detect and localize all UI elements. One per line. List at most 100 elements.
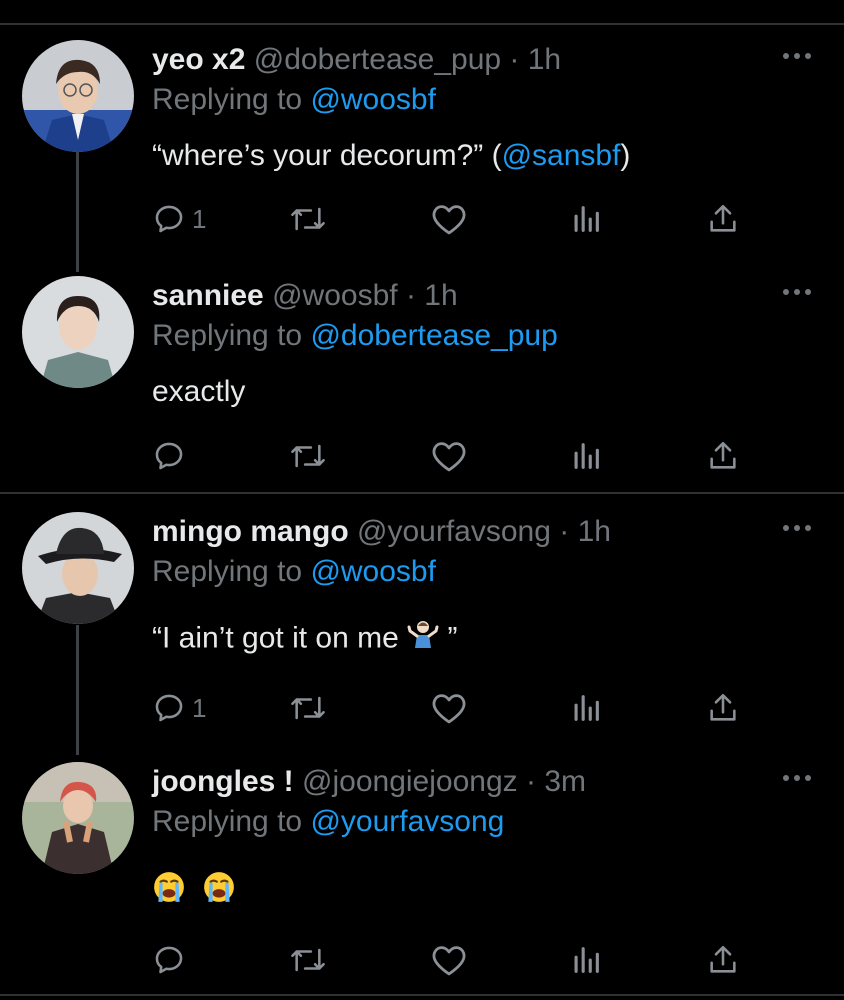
reply-button[interactable]: 1 [152, 686, 206, 730]
avatar[interactable] [22, 512, 134, 624]
analytics-button[interactable] [570, 197, 602, 241]
retweet-button[interactable] [288, 434, 328, 478]
username[interactable]: @dobertease_pup [254, 43, 501, 76]
reply-button[interactable] [152, 434, 192, 478]
share-icon [706, 439, 740, 473]
replying-to-mention[interactable]: @dobertease_pup [310, 319, 557, 352]
replying-to-label: Replying to [152, 83, 303, 116]
tweet-text-part: ) [620, 139, 631, 172]
reply-count: 1 [192, 692, 207, 723]
username[interactable]: @joongiejoongz [302, 765, 518, 798]
replying-to-label: Replying to [152, 555, 303, 588]
loudly-crying-face-emoji [152, 870, 186, 915]
like-icon [430, 202, 468, 236]
share-button[interactable] [706, 434, 740, 478]
avatar[interactable] [22, 40, 134, 152]
replying-to-mention[interactable]: @woosbf [310, 83, 436, 116]
replying-to-mention[interactable]: @woosbf [310, 555, 436, 588]
tweet[interactable]: joongles ! @joongiejoongz · 3m Replying … [0, 762, 844, 982]
tweet[interactable]: sanniee @woosbf · 1h Replying to @dobert… [0, 276, 844, 476]
share-icon [706, 202, 740, 236]
reply-icon [152, 691, 186, 725]
separator-dot: · [525, 765, 536, 798]
tweet-header: joongles ! @joongiejoongz · 3m [152, 762, 586, 802]
tweet-text: exactly [152, 375, 246, 408]
replying-to: Replying to @woosbf [152, 552, 436, 592]
reply-icon [152, 202, 186, 236]
loudly-crying-face-emoji [202, 870, 236, 915]
analytics-button[interactable] [570, 938, 602, 982]
share-button[interactable] [706, 938, 740, 982]
person-shrugging-emoji [407, 618, 439, 661]
replying-to: Replying to @yourfavsong [152, 802, 504, 842]
username[interactable]: @woosbf [272, 279, 398, 312]
retweet-button[interactable] [288, 686, 328, 730]
more-icon[interactable] [780, 518, 814, 538]
like-button[interactable] [430, 938, 468, 982]
display-name[interactable]: mingo mango [152, 515, 349, 548]
more-icon[interactable] [780, 768, 814, 788]
replying-to: Replying to @dobertease_pup [152, 316, 558, 356]
username[interactable]: @yourfavsong [357, 515, 551, 548]
tweet[interactable]: yeo x2 @dobertease_pup · 1h Replying to … [0, 40, 844, 250]
replying-to: Replying to @woosbf [152, 80, 436, 120]
more-icon[interactable] [780, 282, 814, 302]
analytics-icon [570, 943, 602, 977]
more-icon[interactable] [780, 46, 814, 66]
display-name[interactable]: joongles ! [152, 765, 294, 798]
timestamp[interactable]: 1h [424, 279, 457, 312]
share-icon [706, 691, 740, 725]
analytics-button[interactable] [570, 686, 602, 730]
analytics-icon [570, 439, 602, 473]
bottom-divider [0, 994, 844, 996]
like-button[interactable] [430, 434, 468, 478]
tweet-text-part: “where’s your decorum?” ( [152, 139, 502, 172]
tweet-mention[interactable]: @sansbf [502, 139, 621, 172]
top-divider [0, 23, 844, 25]
separator-dot: · [509, 43, 520, 76]
tweet-text: “I ain’t got it on me ” [152, 618, 457, 661]
tweet-text-part: ” [439, 621, 458, 655]
like-button[interactable] [430, 197, 468, 241]
analytics-button[interactable] [570, 434, 602, 478]
reply-icon [152, 439, 186, 473]
share-button[interactable] [706, 686, 740, 730]
display-name[interactable]: yeo x2 [152, 43, 245, 76]
retweet-icon [288, 202, 328, 236]
replying-to-label: Replying to [152, 805, 303, 838]
timestamp[interactable]: 1h [528, 43, 561, 76]
share-icon [706, 943, 740, 977]
avatar[interactable] [22, 762, 134, 874]
separator-dot: · [405, 279, 416, 312]
tweet-header: sanniee @woosbf · 1h [152, 276, 458, 316]
reply-button[interactable]: 1 [152, 197, 206, 241]
timestamp[interactable]: 1h [578, 515, 611, 548]
avatar[interactable] [22, 276, 134, 388]
reply-button[interactable] [152, 938, 192, 982]
action-bar: 1 [152, 686, 752, 730]
retweet-icon [288, 691, 328, 725]
like-icon [430, 439, 468, 473]
retweet-button[interactable] [288, 938, 328, 982]
retweet-button[interactable] [288, 197, 328, 241]
retweet-icon [288, 439, 328, 473]
replying-to-mention[interactable]: @yourfavsong [310, 805, 504, 838]
analytics-icon [570, 202, 602, 236]
like-icon [430, 691, 468, 725]
share-button[interactable] [706, 197, 740, 241]
like-icon [430, 943, 468, 977]
timestamp[interactable]: 3m [544, 765, 586, 798]
display-name[interactable]: sanniee [152, 279, 264, 312]
separator-dot: · [559, 515, 570, 548]
tweet-header: yeo x2 @dobertease_pup · 1h [152, 40, 561, 80]
tweet-header: mingo mango @yourfavsong · 1h [152, 512, 611, 552]
tweet[interactable]: mingo mango @yourfavsong · 1h Replying t… [0, 512, 844, 732]
action-bar: 1 [152, 197, 752, 241]
analytics-icon [570, 691, 602, 725]
tweet-text: “where’s your decorum?” (@sansbf) [152, 136, 630, 176]
like-button[interactable] [430, 686, 468, 730]
reply-count: 1 [192, 203, 207, 234]
replying-to-label: Replying to [152, 319, 303, 352]
action-bar [152, 938, 752, 982]
reply-icon [152, 943, 186, 977]
